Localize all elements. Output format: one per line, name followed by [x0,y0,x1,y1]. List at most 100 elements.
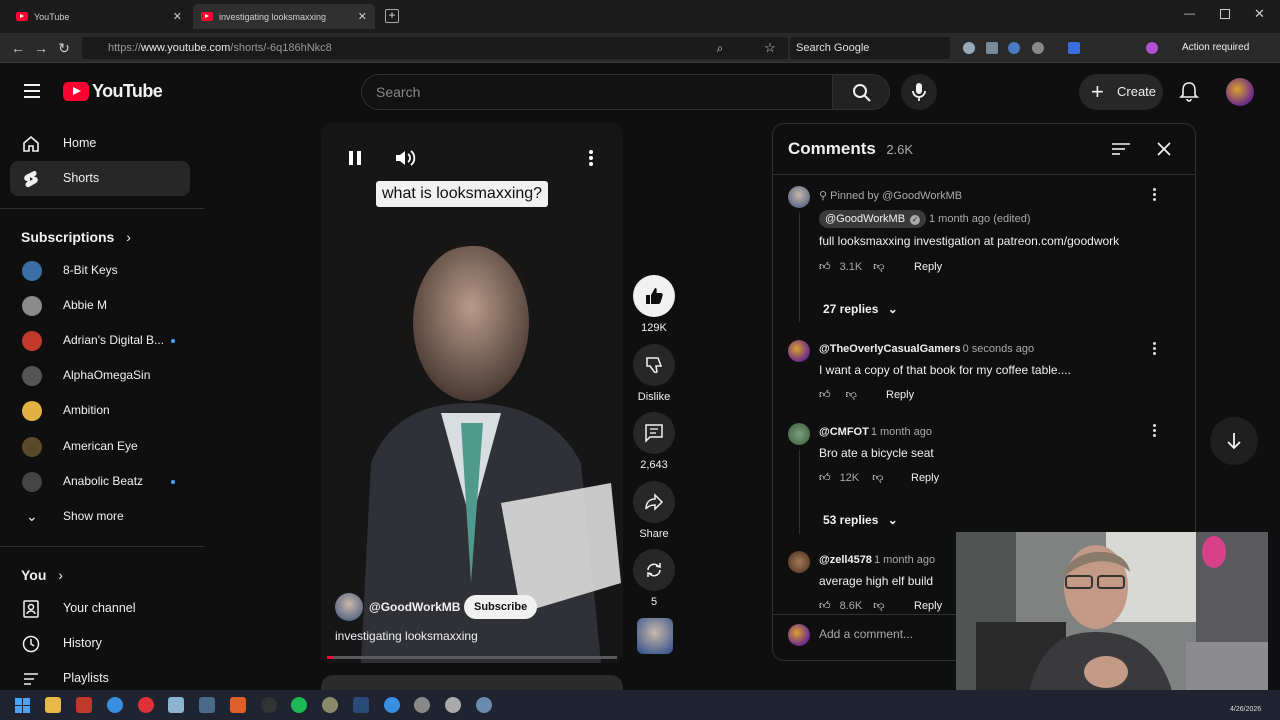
back-icon[interactable]: ← [10,40,26,56]
pause-icon[interactable] [347,150,363,166]
app-icon[interactable] [322,697,338,713]
extension-icon[interactable] [1068,42,1080,54]
comments-button[interactable] [633,412,675,454]
view-replies-button[interactable]: 27 replies ⌄ [823,302,898,316]
tab-youtube[interactable]: YouTube ✕ [8,4,190,29]
channel-name[interactable]: @GoodWorkMB [369,600,460,614]
notifications-bell-icon[interactable] [1179,81,1199,103]
remix-button[interactable] [633,549,675,591]
account-avatar[interactable] [1226,78,1254,106]
comment-like-icon[interactable]: 👍︎ [819,261,831,273]
app-icon[interactable] [414,697,430,713]
extension-icon[interactable] [1032,42,1044,54]
comment-like-icon[interactable]: 👍︎ [819,389,831,401]
subscription-item[interactable]: Anabolic Beatz [10,464,190,499]
file-explorer-icon[interactable] [45,697,61,713]
sidebar-item-shorts[interactable]: Shorts [10,161,190,196]
reload-icon[interactable]: ↻ [56,40,72,56]
app-icon[interactable] [199,697,215,713]
next-short-preview[interactable] [321,675,623,690]
subscription-item[interactable]: Adrian's Digital B... [10,323,190,358]
comment-like-icon[interactable]: 👍︎ [819,600,831,612]
view-replies-button[interactable]: 53 replies ⌄ [823,513,898,527]
extension-icon[interactable] [1146,42,1158,54]
reply-button[interactable]: Reply [911,472,939,484]
next-short-button[interactable] [1210,417,1258,465]
comment-author[interactable]: @CMFOT [819,426,869,438]
close-tab-icon[interactable]: ✕ [358,10,367,23]
zoom-icon[interactable]: ⌕ [712,40,728,56]
close-tab-icon[interactable]: ✕ [173,10,182,23]
search-input[interactable]: Search [361,74,833,110]
subscription-item[interactable]: Ambition [10,393,190,428]
dislike-button[interactable] [633,344,675,386]
subscription-item[interactable]: Abbie M [10,288,190,323]
show-more-button[interactable]: ⌄ Show more [10,499,190,534]
app-icon[interactable] [445,697,461,713]
forward-icon[interactable]: → [33,40,49,56]
close-icon[interactable] [1157,142,1171,156]
add-comment-input[interactable]: Add a comment... [819,627,913,641]
progress-track[interactable] [327,656,617,659]
opera-icon[interactable] [138,697,154,713]
sound-thumbnail[interactable] [637,618,673,654]
extension-icon[interactable] [1008,42,1020,54]
create-button[interactable]: + Create [1079,74,1163,110]
channel-avatar[interactable] [335,593,363,621]
comment-dislike-icon[interactable]: 👎︎ [872,472,883,484]
comment-menu-icon[interactable] [1153,342,1157,356]
subscription-item[interactable]: 8-Bit Keys [10,253,190,288]
browser-icon[interactable] [384,697,400,713]
sidebar-item-your-channel[interactable]: Your channel [10,591,190,626]
comment-author-chip[interactable]: @GoodWorkMB ✓ [819,210,927,228]
sidebar-item-playlists[interactable]: Playlists [10,661,190,690]
comment-menu-icon[interactable] [1153,188,1157,202]
comment-dislike-icon[interactable]: 👎︎ [873,600,884,612]
you-heading[interactable]: You › [21,567,63,583]
restore-icon[interactable] [1220,9,1230,19]
comment-dislike-icon[interactable]: 👎︎ [846,389,857,401]
subscribe-button[interactable]: Subscribe [464,595,538,619]
share-button[interactable] [633,481,675,523]
more-options-icon[interactable] [589,150,593,166]
start-icon[interactable] [15,698,30,713]
taskbar-date[interactable]: 4/26/2026 [1230,706,1261,713]
menu-icon[interactable] [24,84,40,98]
subscription-item[interactable]: AlphaOmegaSin [10,358,190,393]
search-button[interactable] [832,74,890,110]
settings-icon[interactable] [476,697,492,713]
comment-like-icon[interactable]: 👍︎ [819,472,831,484]
extension-icon[interactable] [986,42,998,54]
volume-icon[interactable] [394,149,416,167]
home-icon[interactable] [963,42,975,54]
sidebar-item-home[interactable]: Home [10,126,190,161]
comment-avatar[interactable] [788,186,810,208]
comment-author[interactable]: @zell4578 [819,554,872,566]
close-window-icon[interactable]: ✕ [1254,6,1265,22]
app-icon[interactable] [230,697,246,713]
comment-dislike-icon[interactable]: 👎︎ [873,261,884,273]
comment-author[interactable]: @TheOverlyCasualGamers [819,343,961,355]
reply-button[interactable]: Reply [914,261,942,273]
app-icon[interactable] [261,697,277,713]
subscription-item[interactable]: American Eye [10,429,190,464]
youtube-logo[interactable]: YouTube [63,81,163,102]
app-icon[interactable] [168,697,184,713]
new-tab-button[interactable]: + [385,9,399,23]
app-icon[interactable] [76,697,92,713]
address-bar[interactable]: https://www.youtube.com/shorts/-6q186hNk… [82,37,788,59]
reply-button[interactable]: Reply [914,600,942,612]
voice-search-button[interactable] [901,74,937,110]
comment-avatar[interactable] [788,423,810,445]
reply-button[interactable]: Reply [886,389,914,401]
action-required-label[interactable]: Action required [1182,42,1249,53]
sidebar-item-history[interactable]: History [10,626,190,661]
steam-icon[interactable] [353,697,369,713]
subscriptions-heading[interactable]: Subscriptions › [21,229,131,245]
browser-icon[interactable] [107,697,123,713]
comment-menu-icon[interactable] [1153,424,1157,438]
comment-avatar[interactable] [788,551,810,573]
sort-icon[interactable] [1112,142,1130,156]
tab-short[interactable]: investigating looksmaxxing ✕ [193,4,375,29]
bookmark-star-icon[interactable]: ☆ [762,40,778,56]
